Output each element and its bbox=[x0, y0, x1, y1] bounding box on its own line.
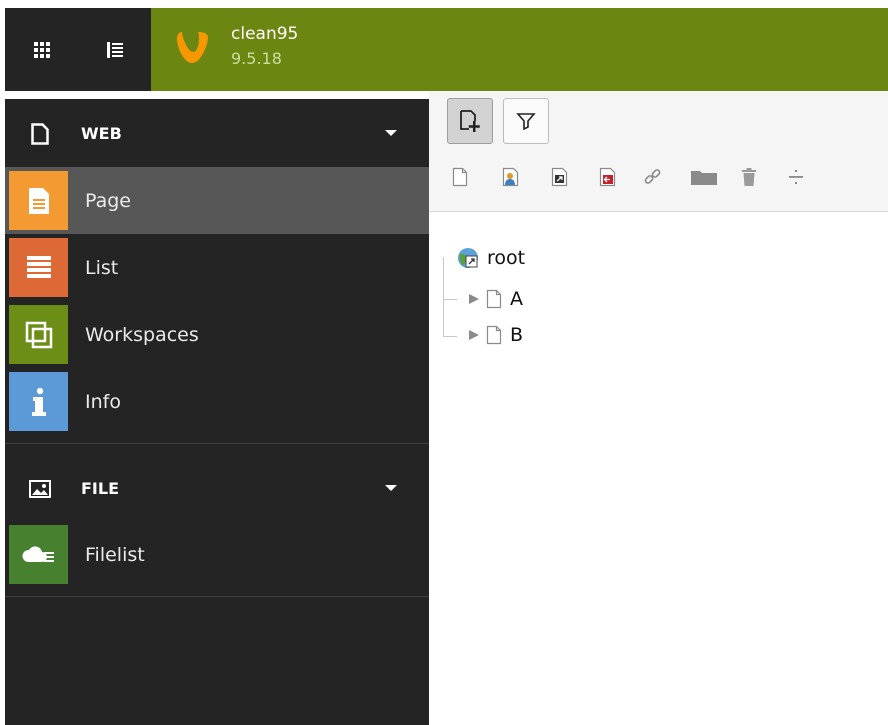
workspaces-module-icon bbox=[9, 305, 68, 364]
expand-arrow-icon[interactable] bbox=[467, 292, 481, 306]
divider bbox=[5, 443, 429, 444]
module-label: Info bbox=[85, 390, 121, 413]
chevron-down-icon bbox=[385, 485, 397, 491]
list-module-icon bbox=[9, 238, 68, 297]
module-group-web[interactable]: WEB bbox=[5, 100, 429, 167]
module-label: Page bbox=[85, 189, 131, 212]
tree-node-label: B bbox=[510, 324, 524, 346]
tree-node[interactable]: A bbox=[467, 285, 523, 313]
page-link-icon[interactable] bbox=[642, 165, 664, 189]
page-backend-user-icon[interactable] bbox=[500, 165, 522, 189]
top-bar: clean95 9.5.18 bbox=[5, 8, 888, 91]
chevron-down-icon bbox=[385, 130, 397, 136]
filter-button[interactable] bbox=[503, 98, 549, 144]
expand-arrow-icon[interactable] bbox=[467, 328, 481, 342]
page-tree-panel: root A B bbox=[429, 91, 888, 725]
module-group-label: WEB bbox=[81, 124, 122, 143]
image-icon bbox=[27, 476, 53, 502]
filter-icon bbox=[516, 113, 536, 131]
document-icon bbox=[27, 121, 53, 147]
page-icon bbox=[486, 289, 502, 309]
page-default-icon[interactable] bbox=[449, 165, 471, 189]
page-tree-toggle-button[interactable] bbox=[78, 8, 151, 91]
new-page-button[interactable] bbox=[447, 98, 493, 144]
app-grid-icon bbox=[33, 41, 50, 58]
recycler-icon[interactable] bbox=[738, 165, 760, 189]
module-label: Filelist bbox=[85, 543, 145, 566]
module-group-label: FILE bbox=[81, 479, 120, 498]
page-shortcut-icon[interactable] bbox=[549, 165, 571, 189]
site-name: clean95 bbox=[231, 24, 299, 44]
tree-node[interactable]: B bbox=[467, 321, 523, 349]
page-module-icon bbox=[9, 171, 68, 230]
module-list[interactable]: List bbox=[5, 234, 429, 301]
tree-connector-line bbox=[443, 257, 444, 337]
tree-node-label: root bbox=[487, 247, 526, 269]
tree-node-root[interactable]: root bbox=[457, 244, 525, 272]
page-icon bbox=[486, 325, 502, 345]
app-grid-button[interactable] bbox=[5, 8, 78, 91]
tree-toolbar bbox=[429, 91, 888, 212]
module-filelist[interactable]: Filelist bbox=[5, 521, 429, 588]
module-label: Workspaces bbox=[85, 323, 199, 346]
info-module-icon bbox=[9, 372, 68, 431]
list-tree-icon bbox=[106, 41, 123, 58]
typo3-logo-icon bbox=[177, 32, 208, 63]
menu-separator-icon[interactable] bbox=[785, 165, 807, 189]
tree-connector-line bbox=[443, 336, 457, 337]
module-page[interactable]: Page bbox=[5, 167, 429, 234]
module-label: List bbox=[85, 256, 119, 279]
folder-icon[interactable] bbox=[689, 165, 719, 189]
new-page-icon bbox=[460, 110, 480, 132]
version-number: 9.5.18 bbox=[231, 49, 282, 68]
module-workspaces[interactable]: Workspaces bbox=[5, 301, 429, 368]
tree-node-label: A bbox=[510, 288, 523, 310]
tree-connector-line bbox=[443, 299, 457, 300]
divider bbox=[5, 596, 429, 597]
module-menu: WEB Page List Workspaces Info FILE Filel… bbox=[5, 99, 429, 725]
filelist-module-icon bbox=[9, 525, 68, 584]
site-brand[interactable]: clean95 9.5.18 bbox=[151, 8, 888, 91]
page-external-link-icon[interactable] bbox=[597, 165, 619, 189]
globe-site-icon bbox=[458, 248, 478, 268]
module-info[interactable]: Info bbox=[5, 368, 429, 435]
module-group-file[interactable]: FILE bbox=[5, 455, 429, 522]
